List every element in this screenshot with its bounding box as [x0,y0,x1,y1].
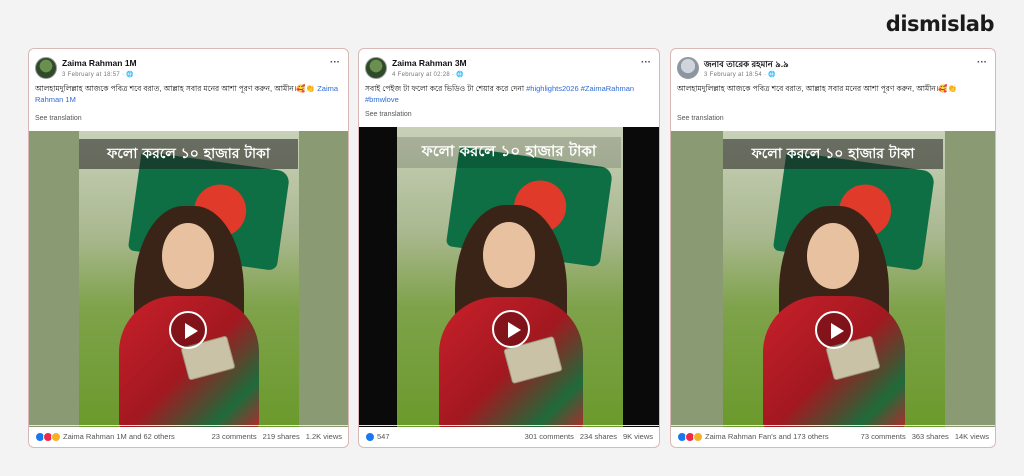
more-options-icon[interactable]: ··· [641,57,651,68]
more-options-icon[interactable]: ··· [330,57,340,68]
views-count: 14K views [954,432,989,441]
views-count: 9K views [622,432,653,441]
shares-count[interactable]: 234 shares [580,432,617,441]
video-overlay-text: ফলো করলে ১০ হাজার টাকা [79,139,298,169]
comments-count[interactable]: 23 comments [212,432,257,441]
woman-face [807,223,859,289]
caption-text: আলহামদুলিল্লাহ আজকে পবিত্র শবে বরাত, আল্… [35,84,316,93]
avatar[interactable] [677,57,699,79]
reactions-summary[interactable]: Zaima Rahman Fan's and 173 others [705,432,829,441]
post-card-2: Zaima Rahman 3M 4 February at 02:28 · 🌐 … [358,48,660,448]
reactions-summary[interactable]: Zaima Rahman 1M and 62 others [63,432,175,441]
post-header: Zaima Rahman 1M 3 February at 18:57 · 🌐 … [29,49,348,119]
post-card-1: Zaima Rahman 1M 3 February at 18:57 · 🌐 … [28,48,349,448]
post-date[interactable]: 4 February at 02:28 · 🌐 [392,71,464,78]
caption-text: সবাই পেইজ টা ফলো করে ভিডিও টা শেয়ার করে… [365,84,525,93]
haha-reaction-icon [693,431,703,442]
reaction-icons[interactable] [365,431,375,442]
reaction-icons[interactable] [35,431,61,442]
see-translation-link[interactable]: See translation [35,115,82,122]
reaction-icons[interactable] [677,431,703,442]
avatar[interactable] [365,57,387,79]
video-thumbnail[interactable]: ফলো করলে ১০ হাজার টাকা [359,127,659,427]
video-thumbnail[interactable]: ফলো করলে ১০ হাজার টাকা [671,131,995,427]
author-name[interactable]: Zaima Rahman 3M [392,58,467,68]
post-stats: 23 comments 219 shares 1.2K views [212,432,342,441]
avatar[interactable] [35,57,57,79]
author-name[interactable]: Zaima Rahman 1M [62,58,137,68]
brand-logo: dismislab [885,12,995,36]
see-translation-link[interactable]: See translation [365,111,412,118]
views-count: 1.2K views [305,432,342,441]
like-reaction-icon [365,431,375,442]
comments-count[interactable]: 301 comments [525,432,574,441]
haha-reaction-icon [51,431,61,442]
post-header: জনাব তারেক রহমান ৯.৯ 3 February at 18:54… [671,49,995,119]
video-thumbnail[interactable]: ফলো করলে ১০ হাজার টাকা [29,131,348,427]
post-stats: 73 comments 363 shares 14K views [861,432,989,441]
post-card-3: জনাব তারেক রহমান ৯.৯ 3 February at 18:54… [670,48,996,448]
video-overlay-text: ফলো করলে ১০ হাজার টাকা [723,139,943,169]
video-scene [397,127,623,427]
video-scene [723,131,945,427]
play-icon[interactable] [492,310,530,348]
post-date[interactable]: 3 February at 18:57 · 🌐 [62,71,134,78]
woman-face [162,223,214,289]
comments-count[interactable]: 73 comments [861,432,906,441]
post-caption: আলহামদুলিল্লাহ আজকে পবিত্র শবে বরাত, আল্… [677,83,989,94]
post-caption: আলহামদুলিল্লাহ আজকে পবিত্র শবে বরাত, আল্… [35,83,342,105]
author-name[interactable]: জনাব তারেক রহমান ৯.৯ [704,58,789,72]
see-translation-link[interactable]: See translation [677,115,724,122]
post-footer: Zaima Rahman 1M and 62 others 23 comment… [29,425,348,447]
post-caption: সবাই পেইজ টা ফলো করে ভিডিও টা শেয়ার করে… [365,83,653,105]
post-footer: Zaima Rahman Fan's and 173 others 73 com… [671,425,995,447]
post-stats: 301 comments 234 shares 9K views [525,432,653,441]
shares-count[interactable]: 363 shares [912,432,949,441]
play-icon[interactable] [815,311,853,349]
play-icon[interactable] [169,311,207,349]
caption-text: আলহামদুলিল্লাহ আজকে পবিত্র শবে বরাত, আল্… [677,84,958,93]
reactions-summary[interactable]: 547 [377,432,390,441]
video-scene [79,131,299,427]
post-header: Zaima Rahman 3M 4 February at 02:28 · 🌐 … [359,49,659,119]
woman-face [483,222,535,288]
video-overlay-text: ফলো করলে ১০ হাজার টাকা [397,137,621,168]
post-footer: 547 301 comments 234 shares 9K views [359,425,659,447]
shares-count[interactable]: 219 shares [263,432,300,441]
post-date[interactable]: 3 February at 18:54 · 🌐 [704,71,776,78]
more-options-icon[interactable]: ··· [977,57,987,68]
